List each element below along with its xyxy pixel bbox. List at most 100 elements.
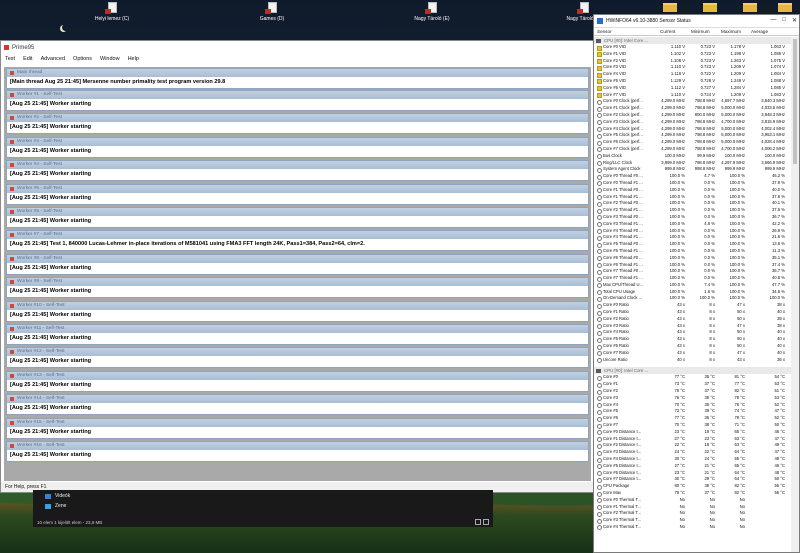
worker-window[interactable]: Worker #13 - Self-Test [Aug 25 21:45] Wor… [6,370,589,392]
sensor-row[interactable]: Core #7 VID 1.110 V 0.724 V 1.209 V 1.083 V [594,92,791,99]
explorer-item-videos[interactable]: Videók [45,493,70,499]
sensor-row[interactable]: Core #0 VID 1.110 V 0.723 V 1.178 V 1.063 V [594,44,791,51]
sensor-row[interactable]: Core #7 Thread #1 ... 100.0 % 0.0 % 100.0 %… [594,275,791,282]
tiles-view-button[interactable] [483,519,489,525]
sensor-row[interactable]: Core #1 Thermal T... No No No [594,504,791,511]
menu-window[interactable]: Window [100,56,120,62]
worker-title[interactable]: Worker #13 - Self-Test [7,371,588,380]
details-view-button[interactable] [475,519,481,525]
main-thread-title[interactable]: Main thread [7,69,588,77]
sensor-row[interactable]: Core #0 Ratio 43 x 8 x 47 x 38 x [594,302,791,309]
menu-help[interactable]: Help [128,56,139,62]
worker-window[interactable]: Worker #16 - Self-Test [Aug 25 21:45] Wor… [6,441,589,462]
sensor-row[interactable]: Core Max 79 °C 37 °C 82 °C 56 °C [594,490,791,497]
sensor-row[interactable]: Core #3 Thread #0 ... 100.0 % 0.0 % 100.0 %… [594,214,791,221]
menu-edit[interactable]: Edit [23,56,32,62]
sensor-row[interactable]: Core #6 Thread #0 ... 100.0 % 0.0 % 100.0 %… [594,255,791,262]
sensor-row[interactable]: Uncore Ratio 40 x 8 x 43 x 36 x [594,357,791,364]
sensor-row[interactable]: Max CPU/Thread U... 100.0 % 7.4 % 100.0 % 47… [594,282,791,289]
menu-test[interactable]: Test [5,56,15,62]
sensor-row[interactable]: Core #2 78 °C 37 °C 82 °C 51 °C [594,388,791,395]
prime95-window[interactable]: Prime95 Test Edit Advanced Options Windo… [0,40,595,493]
desktop-folder-icon[interactable] [740,0,760,14]
sensor-row[interactable]: Core #7 Clock (perf... 4,299.0 MHz 798.8 M… [594,146,791,153]
sensor-group-header[interactable]: CPU [#0]: Intel Core ... [594,367,791,375]
worker-window[interactable]: Worker #9 - Self-Test [Aug 25 21:45] Work… [6,277,589,299]
column-header-minimum[interactable]: Minimum [688,28,718,36]
worker-window[interactable]: Worker #1 - Self-Test [Aug 25 21:45] Work… [6,90,589,111]
worker-window[interactable]: Worker #3 - Self-Test [Aug 25 21:45] Work… [6,136,589,158]
sensor-group-header[interactable]: CPU [#0]: Intel Core ... [594,37,791,44]
worker-title[interactable]: Worker #12 - Self-Test [7,348,588,357]
worker-window[interactable]: Worker #7 - Self-Test [Aug 25 21:45] Test… [6,230,589,252]
sensor-row[interactable]: Core #3 Clock (perf... 4,299.0 MHz 798.8 M… [594,119,791,126]
sensor-row[interactable]: Core #5 73 °C 39 °C 74 °C 47 °C [594,408,791,415]
worker-window[interactable]: Worker #6 - Self-Test [Aug 25 21:45] Work… [6,207,589,228]
sensor-row[interactable]: Core #3 Thermal T... No No No [594,517,791,524]
worker-window[interactable]: Worker #10 - Self-Test [Aug 25 21:45] Wor… [6,300,589,322]
vertical-scrollbar[interactable] [791,37,799,552]
sensor-row[interactable]: Ring/LLC Clock 3,999.0 MHz 798.8 MHz 4,297.… [594,160,791,167]
sensor-row[interactable]: Core #2 Distance t... 22 °C 18 °C 63 °C 49 °… [594,442,791,449]
prime95-titlebar[interactable]: Prime95 [1,41,594,54]
sensor-row[interactable]: Core #4 Thread #1 ... 100.0 % 0.0 % 100.0 %… [594,234,791,241]
sensor-row[interactable]: Bus Clock 100.0 MHz 99.9 MHz 100.0 MHz 100.0… [594,153,791,160]
sensor-row[interactable]: Core #2 Thread #1 ... 100.0 % 0.0 % 100.0 %… [594,207,791,214]
sensor-row[interactable]: On-Demand Clock ... 100.0 % 100.0 % 100.0 %… [594,295,791,302]
desktop-folder-icon[interactable] [660,0,680,14]
sensor-row[interactable]: Core #3 VID 1.110 V 0.723 V 1.209 V 1.074 V [594,64,791,71]
worker-window[interactable]: Worker #5 - Self-Test [Aug 25 21:45] Work… [6,183,589,205]
column-header-average[interactable]: Average [748,28,788,36]
sensor-row[interactable]: Core #6 Thread #1 ... 100.0 % 0.0 % 100.0 %… [594,262,791,269]
worker-title[interactable]: Worker #7 - Self-Test [7,231,588,240]
main-thread-window[interactable]: Main thread [Main thread Aug 25 21:45] M… [6,68,589,89]
sensor-row[interactable]: Core #4 70 °C 35 °C 76 °C 52 °C [594,402,791,409]
sensor-row[interactable]: Core #3 Distance t... 24 °C 22 °C 64 °C 47 °… [594,449,791,456]
worker-title[interactable]: Worker #15 - Self-Test [7,418,588,427]
worker-title[interactable]: Worker #11 - Self-Test [7,325,588,333]
sensor-row[interactable]: Core #6 Clock (perf... 4,299.0 MHz 798.8 M… [594,139,791,146]
worker-title[interactable]: Worker #10 - Self-Test [7,301,588,310]
worker-title[interactable]: Worker #3 - Self-Test [7,137,588,146]
sensor-row[interactable]: Core #0 Thread #0 ... 100.0 % 4.7 % 100.0 %… [594,173,791,180]
worker-title[interactable]: Worker #8 - Self-Test [7,254,588,263]
sensor-row[interactable]: Core #6 77 °C 36 °C 79 °C 52 °C [594,415,791,422]
sensor-row[interactable]: Core #3 Ratio 43 x 8 x 47 x 38 x [594,323,791,330]
sensor-row[interactable]: Core #6 Distance t... 23 °C 21 °C 64 °C 48 °… [594,470,791,477]
menu-advanced[interactable]: Advanced [41,56,65,62]
sensor-row[interactable]: Core #1 VID 1.102 V 0.723 V 1.198 V 1.086 V [594,51,791,58]
sensor-row[interactable]: Core #2 Thread #0 ... 100.0 % 0.0 % 100.0 %… [594,200,791,207]
worker-title[interactable]: Worker #6 - Self-Test [7,208,588,216]
sensor-row[interactable]: Core #1 Thread #0 ... 100.0 % 0.0 % 100.0 %… [594,187,791,194]
sensor-row[interactable]: System Agent Clock 999.8 MHz 998.8 MHz 999.… [594,166,791,173]
sensor-row[interactable]: Core #6 VID 1.112 V 0.727 V 1.284 V 1.085 V [594,85,791,92]
sensor-row[interactable]: Core #5 Ratio 43 x 8 x 50 x 40 x [594,336,791,343]
sensor-row[interactable]: CPU Package 80 °C 38 °C 82 °C 56 °C [594,483,791,490]
desktop-folder-icon[interactable] [700,0,720,14]
hwinfo-window[interactable]: HWiNFO64 v6.10-3880 Sensor Status — □ ✕ … [593,14,800,553]
sensor-row[interactable]: Core #5 Thread #1 ... 100.0 % 0.0 % 100.0 %… [594,248,791,255]
worker-title[interactable]: Worker #9 - Self-Test [7,278,588,287]
sensor-row[interactable]: Core #5 Distance t... 27 °C 21 °C 65 °C 46 °… [594,463,791,470]
worker-window[interactable]: Worker #14 - Self-Test [Aug 25 21:45] Wor… [6,394,589,416]
sensor-row[interactable]: Core #0 Clock (perf... 4,299.0 MHz 798.8 M… [594,98,791,105]
sensor-row[interactable]: Core #6 Ratio 43 x 8 x 50 x 40 x [594,343,791,350]
sensor-row[interactable]: Core #4 VID 1.118 V 0.722 V 1.209 V 1.084 V [594,71,791,78]
sensor-row[interactable]: Core #1 Thread #1 ... 100.0 % 0.0 % 100.0 %… [594,194,791,201]
worker-title[interactable]: Worker #16 - Self-Test [7,442,588,450]
worker-window[interactable]: Worker #4 - Self-Test [Aug 25 21:45] Work… [6,160,589,182]
sensor-row[interactable]: Core #1 Ratio 43 x 8 x 50 x 40 x [594,309,791,316]
minimize-icon[interactable]: — [770,17,776,24]
sensor-row[interactable]: Core #5 VID 1.129 V 0.728 V 1.249 V 1.088 V [594,78,791,85]
sensor-row[interactable]: Core #4 Distance t... 30 °C 24 °C 65 °C 48 °… [594,456,791,463]
column-header-current[interactable]: Current [657,28,688,36]
sensor-row[interactable]: Core #0 Thread #1 ... 100.0 % 0.0 % 100.0 %… [594,180,791,187]
sensor-row[interactable]: Core #1 Distance t... 27 °C 23 °C 63 °C 47 °… [594,436,791,443]
worker-title[interactable]: Worker #14 - Self-Test [7,395,588,404]
sensor-row[interactable]: Core #0 Thermal T... No No No [594,497,791,504]
sensor-row[interactable]: Core #0 Distance t... 23 °C 19 °C 65 °C 46 °… [594,429,791,436]
sensor-row[interactable]: Core #2 Thermal T... No No No [594,510,791,517]
hwinfo-titlebar[interactable]: HWiNFO64 v6.10-3880 Sensor Status — □ ✕ [594,15,799,27]
maximize-icon[interactable]: □ [782,17,786,24]
scrollbar-thumb[interactable] [793,39,797,164]
